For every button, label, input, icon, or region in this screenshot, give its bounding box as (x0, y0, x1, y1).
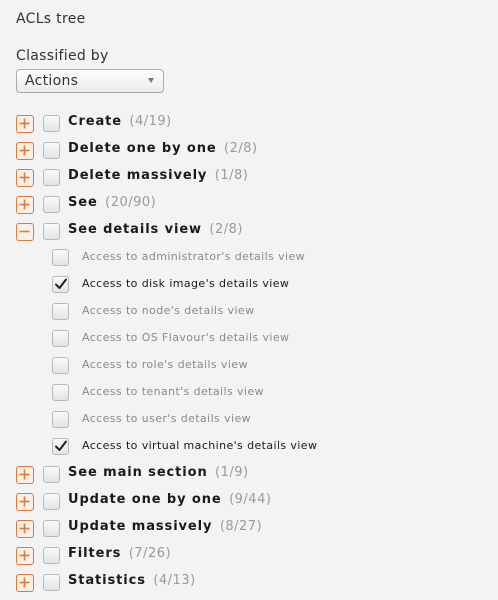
node-checkbox[interactable] (43, 520, 60, 537)
classified-by-value: Actions (25, 73, 79, 89)
plus-box-icon[interactable] (16, 520, 34, 538)
minus-box-icon[interactable] (16, 223, 34, 241)
child-label[interactable]: Access to administrator's details view (82, 250, 305, 263)
node-checkbox[interactable] (43, 223, 60, 240)
node-label[interactable]: See main section (1/9) (68, 465, 249, 480)
node-count: (9/44) (229, 492, 272, 507)
child-label[interactable]: Access to virtual machine's details view (82, 439, 317, 452)
node-label-text: See details view (68, 222, 202, 237)
node-label-text: Update massively (68, 519, 213, 534)
node-count: (1/9) (215, 465, 249, 480)
node-label-text: Create (68, 114, 122, 129)
tree-child-node: Access to OS Flavour's details view (0, 325, 498, 352)
child-checkbox[interactable] (52, 357, 69, 374)
tree-node: Delete one by one (2/8) (0, 136, 498, 163)
tree-node: Update one by one (9/44) (0, 487, 498, 514)
child-checkbox[interactable] (52, 384, 69, 401)
child-checkbox[interactable] (52, 438, 69, 455)
tree-child-node: Access to node's details view (0, 298, 498, 325)
node-label[interactable]: Create (4/19) (68, 114, 172, 129)
tree-node: Statistics (4/13) (0, 568, 498, 595)
node-label[interactable]: Delete massively (1/8) (68, 168, 248, 183)
node-label[interactable]: Update massively (8/27) (68, 519, 262, 534)
node-label[interactable]: Delete one by one (2/8) (68, 141, 258, 156)
node-checkbox[interactable] (43, 196, 60, 213)
child-checkbox[interactable] (52, 330, 69, 347)
node-label[interactable]: See (20/90) (68, 195, 156, 210)
child-label[interactable]: Access to OS Flavour's details view (82, 331, 289, 344)
node-label[interactable]: Update one by one (9/44) (68, 492, 271, 507)
node-count: (1/8) (214, 168, 249, 183)
plus-box-icon[interactable] (16, 115, 34, 133)
tree-child-node: Access to role's details view (0, 352, 498, 379)
child-label[interactable]: Access to role's details view (82, 358, 248, 371)
child-checkbox[interactable] (52, 411, 69, 428)
node-label-text: Delete massively (68, 168, 208, 183)
caret-down-icon (148, 78, 154, 83)
plus-box-icon[interactable] (16, 547, 34, 565)
node-label[interactable]: See details view (2/8) (68, 222, 243, 237)
tree-node: Delete massively (1/8) (0, 163, 498, 190)
node-label-text: See main section (68, 465, 208, 480)
node-count: (4/19) (129, 114, 172, 129)
node-checkbox[interactable] (43, 466, 60, 483)
plus-box-icon[interactable] (16, 466, 34, 484)
tree-child-node: Access to administrator's details view (0, 244, 498, 271)
tree-child-node: Access to disk image's details view (0, 271, 498, 298)
node-count: (7/26) (128, 546, 172, 561)
tree-node: Create (4/19) (0, 109, 498, 136)
tree-node: See details view (2/8) (0, 217, 498, 244)
panel-title: ACLs tree (16, 11, 86, 27)
child-label[interactable]: Access to node's details view (82, 304, 254, 317)
plus-box-icon[interactable] (16, 493, 34, 511)
node-count: (20/90) (105, 195, 157, 210)
plus-box-icon[interactable] (16, 196, 34, 214)
node-checkbox[interactable] (43, 493, 60, 510)
node-count: (2/8) (224, 141, 258, 156)
node-checkbox[interactable] (43, 547, 60, 564)
child-label[interactable]: Access to disk image's details view (82, 277, 289, 290)
plus-box-icon[interactable] (16, 574, 34, 592)
child-label[interactable]: Access to user's details view (82, 412, 251, 425)
node-label-text: Delete one by one (68, 141, 217, 156)
node-label-text: Statistics (68, 573, 146, 588)
node-count: (2/8) (209, 222, 243, 237)
node-checkbox[interactable] (43, 142, 60, 159)
tree-node: Filters (7/26) (0, 541, 498, 568)
acl-tree: Create (4/19) Delete one by one (2/8) Dele… (0, 109, 498, 595)
tree-child-node: Access to tenant's details view (0, 379, 498, 406)
classified-by-select[interactable]: Actions (16, 69, 164, 93)
checkmark-icon (55, 440, 67, 451)
plus-box-icon[interactable] (16, 142, 34, 160)
node-label[interactable]: Statistics (4/13) (68, 573, 196, 588)
node-label-text: Filters (68, 546, 122, 561)
node-checkbox[interactable] (43, 169, 60, 186)
child-checkbox[interactable] (52, 276, 69, 293)
tree-child-node: Access to virtual machine's details view (0, 433, 498, 460)
child-checkbox[interactable] (52, 303, 69, 320)
node-count: (4/13) (153, 573, 196, 588)
node-label[interactable]: Filters (7/26) (68, 546, 171, 561)
child-checkbox[interactable] (52, 249, 69, 266)
node-label-text: See (68, 195, 98, 210)
node-checkbox[interactable] (43, 574, 60, 591)
tree-node: Update massively (8/27) (0, 514, 498, 541)
node-label-text: Update one by one (68, 492, 222, 507)
node-count: (8/27) (219, 519, 263, 534)
node-checkbox[interactable] (43, 115, 60, 132)
plus-box-icon[interactable] (16, 169, 34, 187)
tree-child-node: Access to user's details view (0, 406, 498, 433)
checkmark-icon (55, 278, 67, 289)
tree-node: See main section (1/9) (0, 460, 498, 487)
classified-by-label: Classified by (16, 48, 109, 64)
child-label[interactable]: Access to tenant's details view (82, 385, 264, 398)
tree-node: See (20/90) (0, 190, 498, 217)
